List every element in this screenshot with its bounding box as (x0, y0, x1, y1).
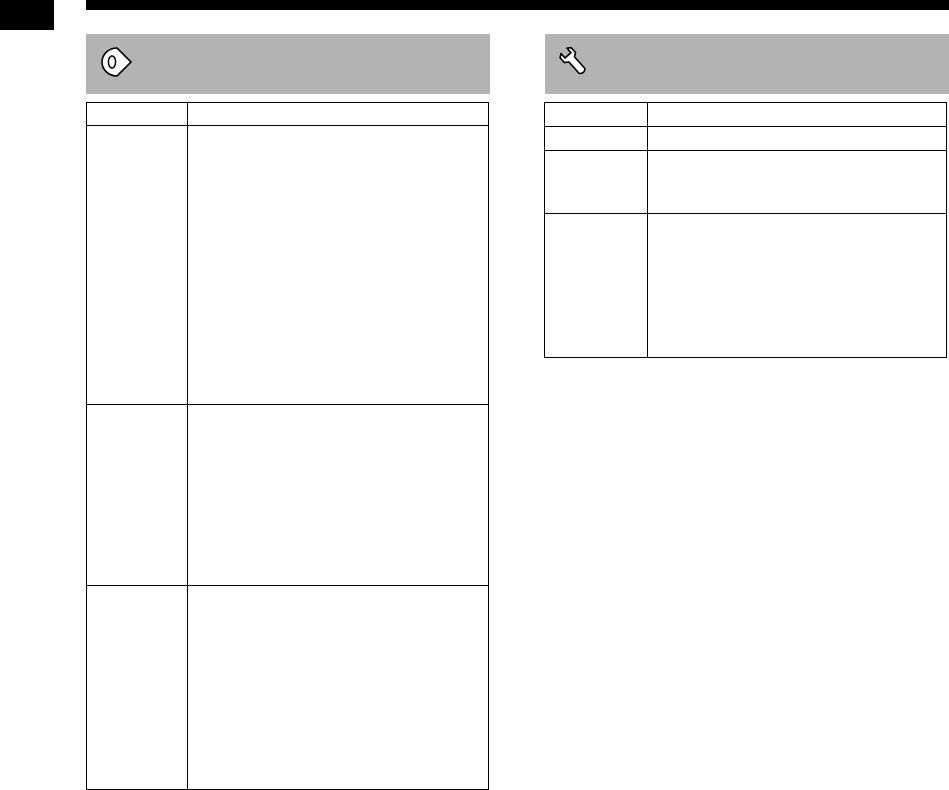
table-row (86, 125, 489, 405)
settings-section-header (545, 34, 949, 94)
speaker-icon (98, 45, 134, 84)
table-header-row (86, 102, 489, 126)
table-cell (86, 404, 188, 586)
table-cell (187, 585, 489, 790)
column-header (187, 102, 489, 126)
page-corner-tab (0, 0, 54, 30)
table-row (86, 585, 489, 790)
table-cell (187, 404, 489, 586)
sound-table (86, 102, 489, 790)
table-header-row (544, 102, 947, 127)
settings-table (544, 102, 947, 358)
table-cell (544, 150, 648, 214)
table-row (544, 213, 947, 358)
table-cell (647, 213, 947, 358)
table-cell (544, 213, 648, 358)
table-cell (187, 125, 489, 405)
table-row (86, 404, 489, 586)
table-cell (86, 125, 188, 405)
table-cell (647, 126, 947, 151)
column-header (647, 102, 947, 127)
table-row (544, 150, 947, 214)
table-cell (647, 150, 947, 214)
column-header (544, 102, 648, 127)
table-cell (544, 126, 648, 151)
table-row (544, 126, 947, 151)
sound-section-header (86, 34, 490, 94)
column-header (86, 102, 188, 126)
top-rule (86, 0, 949, 10)
table-cell (86, 585, 188, 790)
wrench-icon (557, 44, 591, 85)
